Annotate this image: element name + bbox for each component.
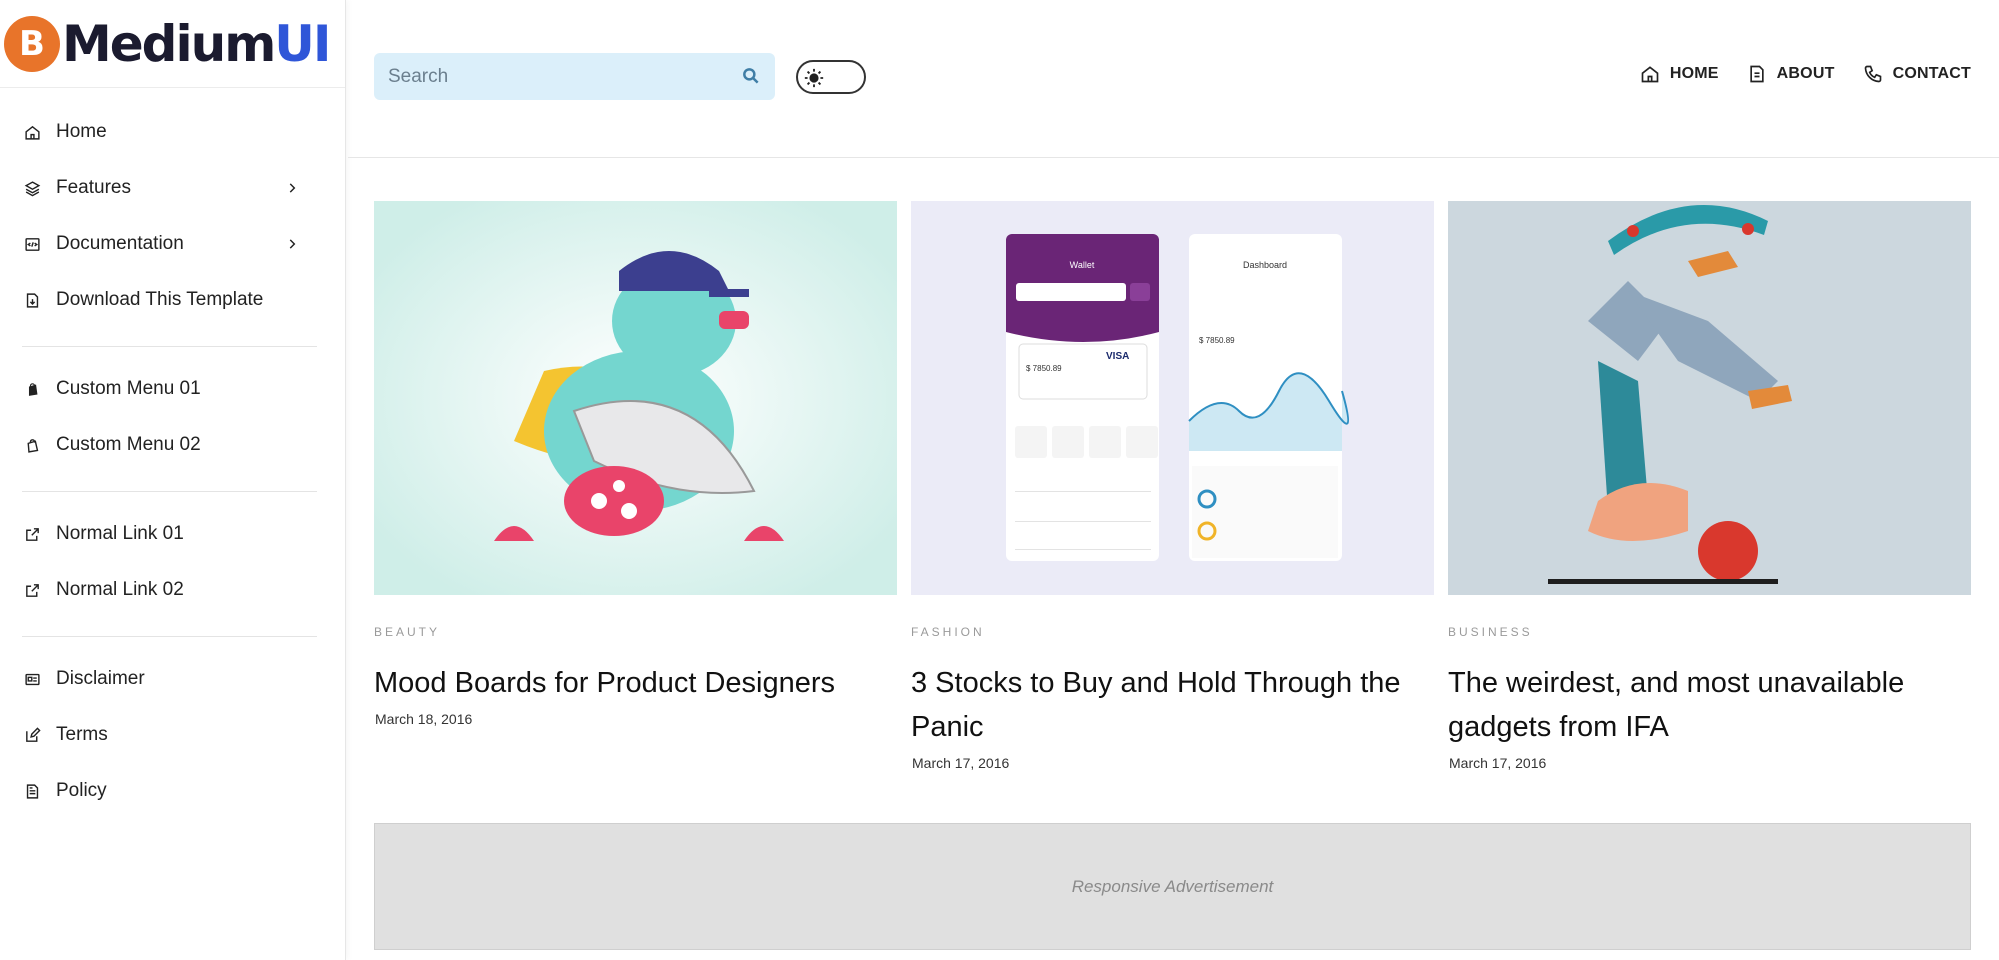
sidebar: B MediumUI Home Features Documentation D… — [0, 0, 346, 960]
id-card-icon — [22, 669, 42, 689]
post-card: BUSINESS The weirdest, and most unavaila… — [1448, 201, 1971, 771]
wallet-amount: $ 7850.89 — [1026, 364, 1062, 373]
sidebar-item-label: Normal Link 01 — [56, 523, 184, 544]
post-thumbnail[interactable]: Wallet $ 7850.89 VISA Dashboard $ 7850.8… — [911, 201, 1434, 595]
sidebar-item-label: Features — [56, 177, 131, 198]
nav-contact[interactable]: CONTACT — [1863, 64, 1971, 84]
sidebar-item-features[interactable]: Features — [0, 160, 345, 216]
sidebar-item-label: Documentation — [56, 233, 184, 254]
sidebar-custom-menu: Custom Menu 01 Custom Menu 02 — [0, 361, 345, 473]
top-navigation: HOME ABOUT CONTACT — [1612, 64, 1971, 84]
sidebar-item-disclaimer[interactable]: Disclaimer — [0, 651, 345, 707]
file-icon — [1750, 65, 1764, 83]
shop-bag-icon — [22, 379, 42, 399]
external-link-icon — [22, 580, 42, 600]
sidebar-item-label: Terms — [56, 724, 108, 745]
sidebar-item-label: Policy — [56, 780, 107, 801]
sidebar-item-label: Download This Template — [56, 289, 264, 310]
search-icon[interactable] — [741, 66, 761, 86]
sidebar-item-home[interactable]: Home — [0, 104, 345, 160]
layers-icon — [22, 178, 42, 198]
edit-icon — [22, 725, 42, 745]
post-date: March 17, 2016 — [1449, 755, 1547, 771]
sidebar-item-documentation[interactable]: Documentation — [0, 216, 345, 272]
sidebar-item-terms[interactable]: Terms — [0, 707, 345, 763]
home-icon — [22, 122, 42, 142]
sidebar-links: Normal Link 01 Normal Link 02 — [0, 506, 345, 618]
sidebar-divider — [22, 491, 317, 492]
code-icon — [22, 234, 42, 254]
post-title[interactable]: 3 Stocks to Buy and Hold Through the Pan… — [911, 661, 1434, 749]
post-date: March 18, 2016 — [375, 711, 473, 727]
sidebar-item-label: Home — [56, 121, 107, 142]
search-input[interactable] — [374, 65, 714, 88]
sidebar-item-download-template[interactable]: Download This Template — [0, 272, 345, 328]
post-title[interactable]: The weirdest, and most unavailable gadge… — [1448, 661, 1971, 749]
chevron-right-icon[interactable] — [285, 237, 299, 251]
post-title[interactable]: Mood Boards for Product Designers — [374, 661, 897, 705]
sidebar-item-custom-menu-02[interactable]: Custom Menu 02 — [0, 417, 345, 473]
site-title: MediumUI — [62, 14, 332, 73]
phone-icon — [1864, 65, 1881, 83]
download-file-icon — [22, 290, 42, 310]
nav-home[interactable]: HOME — [1640, 64, 1719, 84]
external-link-icon — [22, 524, 42, 544]
sidebar-legal: Disclaimer Terms Policy — [0, 651, 345, 819]
sidebar-item-normal-link-01[interactable]: Normal Link 01 — [0, 506, 345, 562]
sidebar-divider — [22, 636, 317, 637]
advertisement-label: Responsive Advertisement — [1071, 876, 1274, 896]
sidebar-item-policy[interactable]: Policy — [0, 763, 345, 819]
sidebar-item-label: Custom Menu 02 — [56, 434, 201, 455]
post-card: BEAUTY Mood Boards for Product Designers… — [374, 201, 897, 771]
sidebar-item-label: Custom Menu 01 — [56, 378, 201, 399]
post-category[interactable]: BUSINESS — [1448, 625, 1971, 639]
top-header: HOME ABOUT CONTACT — [348, 0, 1999, 158]
finance-app-mockup: Wallet $ 7850.89 VISA Dashboard $ 7850.8… — [911, 201, 1434, 595]
dashboard-title: Dashboard — [1243, 260, 1287, 270]
blogger-logo-icon: B — [4, 15, 60, 72]
nav-about[interactable]: ABOUT — [1747, 64, 1835, 84]
sidebar-menu: Home Features Documentation Download Thi… — [0, 88, 345, 328]
search-box — [374, 53, 775, 100]
dashboard-amount: $ 7850.89 — [1199, 336, 1235, 345]
sidebar-item-normal-link-02[interactable]: Normal Link 02 — [0, 562, 345, 618]
post-date: March 17, 2016 — [912, 755, 1010, 771]
wallet-title: Wallet — [1070, 260, 1095, 270]
sidebar-item-label: Normal Link 02 — [56, 579, 184, 600]
sidebar-item-custom-menu-01[interactable]: Custom Menu 01 — [0, 361, 345, 417]
shop-bag-icon — [22, 435, 42, 455]
site-logo[interactable]: B MediumUI — [0, 0, 345, 88]
document-icon — [22, 781, 42, 801]
post-grid: BEAUTY Mood Boards for Product Designers… — [374, 201, 1971, 771]
skater-illustration — [1448, 201, 1971, 595]
sun-icon — [804, 68, 824, 88]
sidebar-divider — [22, 346, 317, 347]
post-card: Wallet $ 7850.89 VISA Dashboard $ 7850.8… — [911, 201, 1434, 771]
bear-surfer-illustration — [374, 201, 897, 595]
home-icon — [1641, 66, 1659, 83]
dark-mode-toggle[interactable] — [796, 60, 866, 94]
chevron-right-icon[interactable] — [285, 181, 299, 195]
advertisement-slot[interactable]: Responsive Advertisement — [374, 823, 1971, 950]
post-category[interactable]: BEAUTY — [374, 625, 897, 639]
post-thumbnail[interactable] — [1448, 201, 1971, 595]
sidebar-item-label: Disclaimer — [56, 668, 145, 689]
post-thumbnail[interactable] — [374, 201, 897, 595]
post-category[interactable]: FASHION — [911, 625, 1434, 639]
visa-brand: VISA — [1106, 351, 1129, 362]
